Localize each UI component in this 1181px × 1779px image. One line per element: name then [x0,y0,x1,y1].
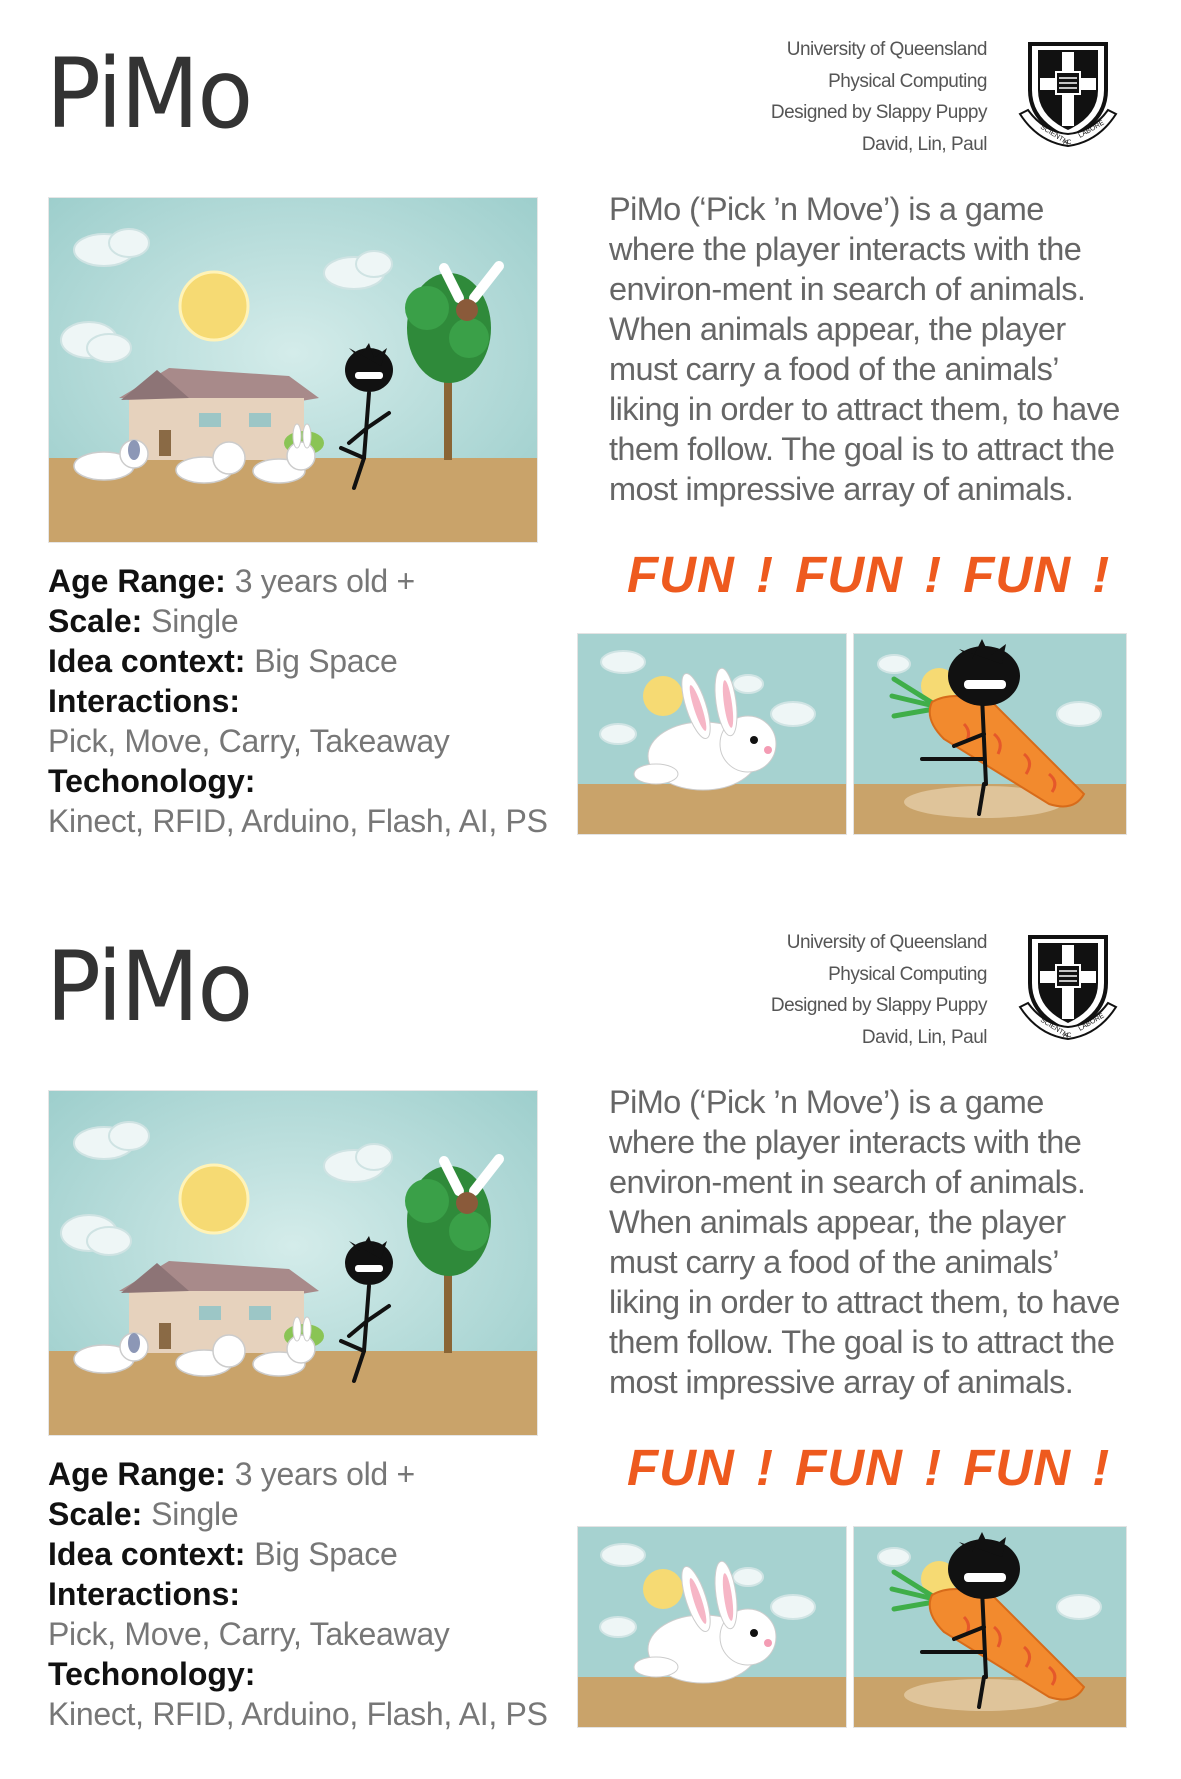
technology-label: Techonology: [48,1656,256,1692]
idea-context-value: Big Space [254,643,398,679]
page-title: PiMo [46,931,253,1043]
game-scene-illustration [48,197,538,543]
scale-label: Scale: [48,1496,143,1532]
age-range-label: Age Range: [48,1456,226,1492]
fun-slogan: FUN ! FUN ! FUN ! [627,1439,1111,1496]
interactions-value: Pick, Move, Carry, Takeaway [48,1616,450,1652]
credit-line: University of Queensland [786,932,988,953]
credits-block: University of Queensland Physical Comput… [770,34,988,160]
bunny-illustration [577,633,847,835]
interactions-label: Interactions: [48,683,241,719]
scale-value: Single [151,603,239,639]
credit-line: David, Lin, Paul [861,1026,988,1048]
crest-motto-bottom: AC [1063,1033,1072,1039]
age-range-value: 3 years old + [234,1456,416,1492]
bunny-illustration [577,1526,847,1728]
poster-panel-2: PiMo University of Queensland Physical C… [0,893,1181,1779]
credits-block: University of Queensland Physical Comput… [770,927,988,1053]
game-scene-illustration [48,1090,538,1436]
fun-slogan: FUN ! FUN ! FUN ! [627,546,1111,603]
credit-line: Physical Computing [828,70,987,92]
technology-value: Kinect, RFID, Arduino, Flash, AI, PS [48,803,548,839]
crest-motto-bottom: AC [1063,140,1072,146]
game-description: PiMo (‘Pick ’n Move’) is a game where th… [609,1084,1120,1400]
technology-label: Techonology: [48,763,256,799]
university-crest-icon: SCIENTIA LABORE AC [1018,935,1118,1041]
interactions-value: Pick, Move, Carry, Takeaway [48,723,450,759]
idea-context-label: Idea context: [48,643,246,679]
technology-value: Kinect, RFID, Arduino, Flash, AI, PS [48,1696,548,1732]
carrot-carrier-illustration [853,1526,1127,1728]
credit-line: University of Queensland [786,39,988,60]
scale-value: Single [151,1496,239,1532]
info-block: Age Range: 3 years old + Scale: Single I… [48,561,568,841]
age-range-label: Age Range: [48,563,226,599]
poster-panel-1: PiMo University of Queensland Physical C… [0,0,1181,886]
idea-context-label: Idea context: [48,1536,246,1572]
carrot-carrier-illustration [853,633,1127,835]
credit-line: Designed by Slappy Puppy [770,102,988,123]
university-crest-icon: SCIENTIA LABORE AC [1018,42,1118,148]
info-block: Age Range: 3 years old + Scale: Single I… [48,1454,568,1734]
credit-line: Physical Computing [828,963,987,985]
credit-line: Designed by Slappy Puppy [770,995,988,1016]
interactions-label: Interactions: [48,1576,241,1612]
idea-context-value: Big Space [254,1536,398,1572]
game-description: PiMo (‘Pick ’n Move’) is a game where th… [609,191,1120,507]
age-range-value: 3 years old + [234,563,416,599]
scale-label: Scale: [48,603,143,639]
page-title: PiMo [46,38,253,150]
credit-line: David, Lin, Paul [861,133,988,155]
